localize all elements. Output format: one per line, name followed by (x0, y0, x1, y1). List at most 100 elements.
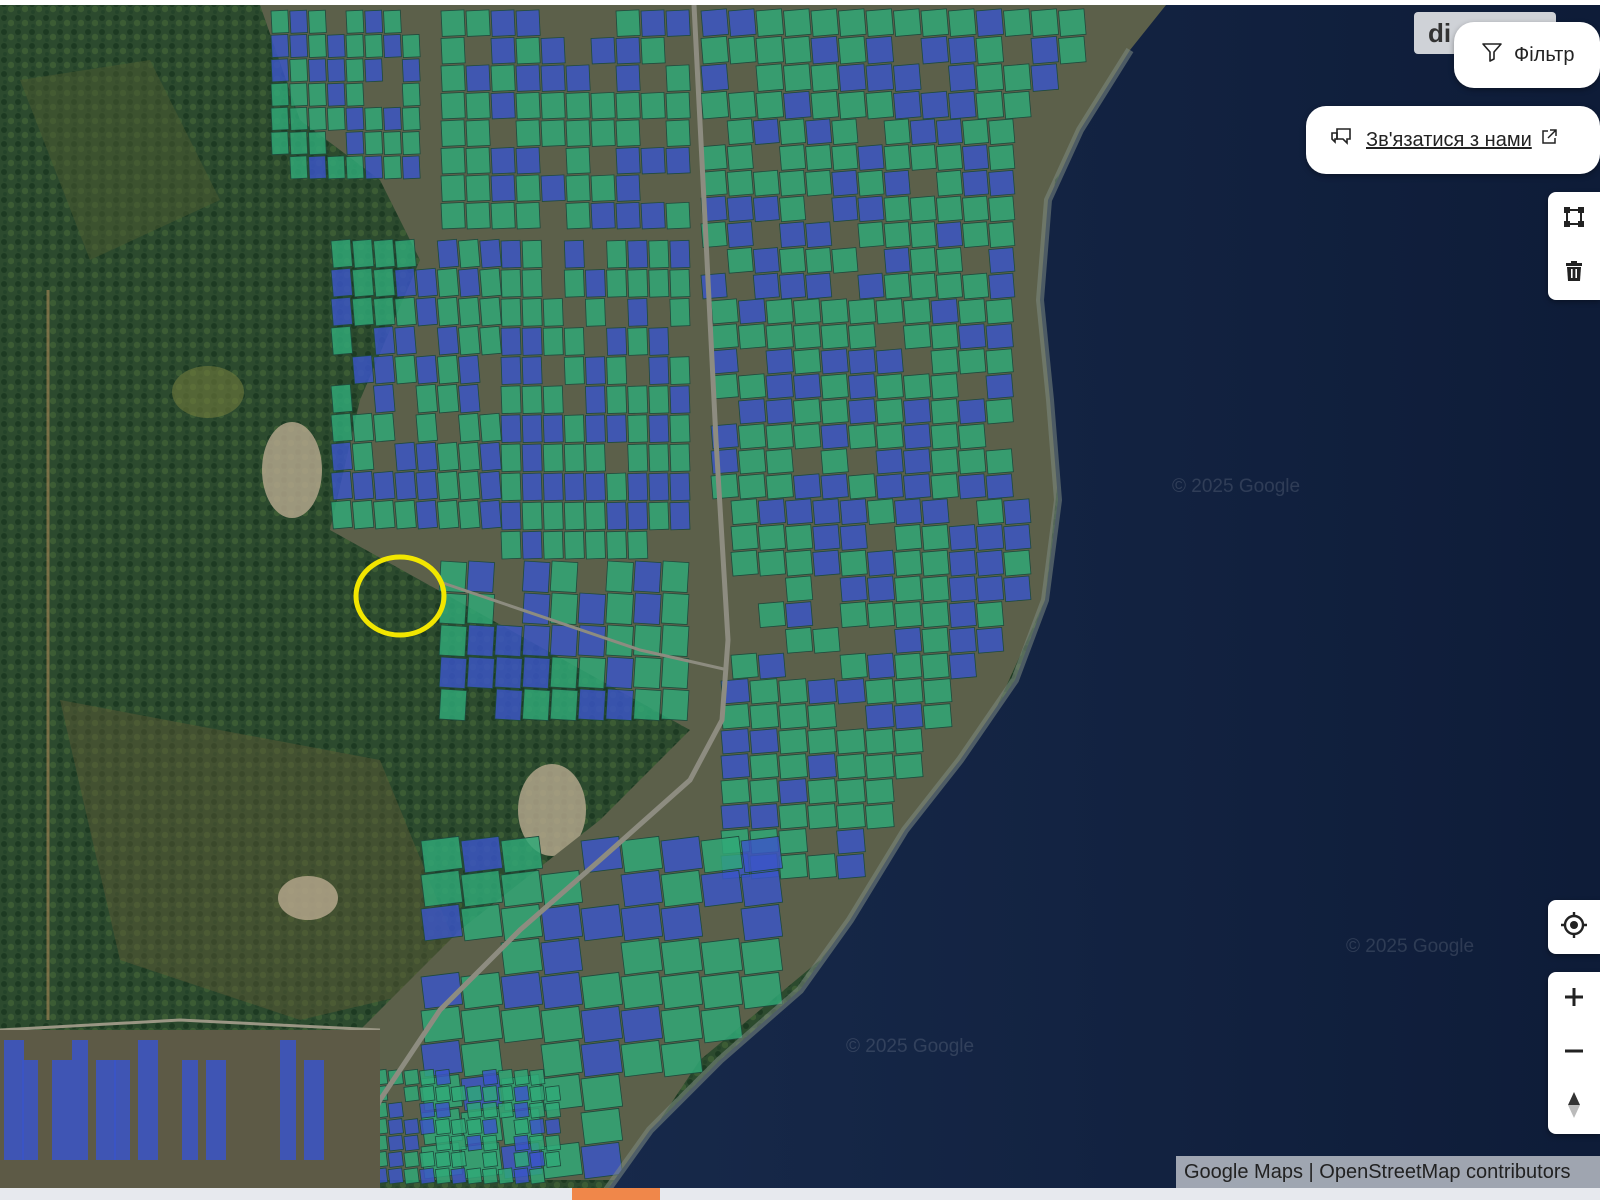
land-parcel[interactable] (345, 82, 365, 107)
land-parcel[interactable] (481, 1167, 499, 1185)
land-parcel[interactable] (700, 937, 744, 976)
land-parcel[interactable] (606, 239, 628, 269)
land-parcel[interactable] (831, 118, 859, 146)
land-parcel[interactable] (669, 472, 691, 502)
land-parcel[interactable] (440, 36, 466, 65)
land-parcel[interactable] (976, 524, 1005, 551)
land-parcel[interactable] (403, 1068, 420, 1086)
land-parcel[interactable] (893, 8, 922, 37)
land-parcel[interactable] (755, 63, 785, 92)
land-parcel[interactable] (820, 298, 849, 325)
land-parcel[interactable] (836, 828, 866, 855)
land-parcel[interactable] (544, 1085, 562, 1103)
land-parcel[interactable] (529, 1134, 546, 1152)
land-parcel[interactable] (394, 296, 417, 327)
land-parcel[interactable] (620, 1039, 664, 1078)
land-parcel[interactable] (720, 728, 751, 755)
land-parcel[interactable] (985, 448, 1014, 475)
delete-drawing-button[interactable] (1548, 246, 1600, 300)
land-parcel[interactable] (778, 803, 808, 830)
land-parcel[interactable] (836, 778, 866, 805)
land-parcel[interactable] (807, 703, 837, 730)
land-parcel[interactable] (935, 247, 963, 274)
land-parcel[interactable] (660, 903, 704, 942)
land-parcel[interactable] (783, 35, 812, 65)
land-parcel[interactable] (640, 201, 666, 230)
map-attribution[interactable]: Google Maps | OpenStreetMap contributors (1176, 1156, 1600, 1188)
land-parcel[interactable] (793, 323, 822, 350)
land-parcel[interactable] (540, 869, 584, 908)
land-parcel[interactable] (289, 155, 309, 180)
land-parcel[interactable] (836, 728, 866, 755)
land-parcel[interactable] (620, 835, 664, 874)
land-parcel[interactable] (394, 325, 417, 356)
land-parcel[interactable] (351, 441, 375, 472)
land-parcel[interactable] (415, 354, 438, 385)
land-parcel[interactable] (793, 348, 822, 375)
land-parcel[interactable] (434, 1150, 452, 1168)
land-parcel[interactable] (848, 473, 877, 500)
land-parcel[interactable] (909, 118, 937, 146)
land-parcel[interactable] (450, 1150, 467, 1168)
land-parcel[interactable] (403, 1118, 420, 1136)
land-parcel[interactable] (1030, 63, 1060, 92)
land-parcel[interactable] (440, 174, 466, 202)
land-parcel[interactable] (831, 169, 859, 197)
land-parcel[interactable] (865, 35, 895, 65)
land-parcel[interactable] (394, 354, 417, 385)
land-parcel[interactable] (740, 937, 784, 976)
land-parcel[interactable] (522, 624, 551, 657)
land-parcel[interactable] (810, 90, 840, 120)
land-parcel[interactable] (665, 201, 691, 230)
land-parcel[interactable] (975, 35, 1005, 65)
land-parcel[interactable] (500, 356, 522, 385)
land-parcel[interactable] (710, 348, 739, 375)
land-parcel[interactable] (563, 356, 585, 385)
land-parcel[interactable] (584, 472, 606, 502)
land-parcel[interactable] (848, 398, 877, 425)
field-strip[interactable] (22, 1060, 38, 1160)
land-parcel[interactable] (865, 90, 895, 120)
field-strip[interactable] (72, 1040, 88, 1160)
land-parcel[interactable] (466, 1167, 483, 1185)
land-parcel[interactable] (529, 1068, 546, 1086)
land-parcel[interactable] (975, 63, 1005, 92)
land-parcel[interactable] (820, 398, 849, 425)
land-parcel[interactable] (627, 327, 649, 356)
land-parcel[interactable] (330, 412, 353, 443)
land-parcel[interactable] (500, 443, 522, 473)
land-parcel[interactable] (831, 247, 859, 274)
land-parcel[interactable] (738, 373, 767, 400)
land-parcel[interactable] (962, 169, 990, 197)
land-parcel[interactable] (590, 201, 616, 230)
land-parcel[interactable] (738, 398, 767, 425)
land-parcel[interactable] (660, 592, 690, 625)
land-parcel[interactable] (749, 753, 780, 780)
land-parcel[interactable] (765, 323, 794, 350)
land-parcel[interactable] (415, 267, 438, 298)
land-parcel[interactable] (740, 869, 784, 908)
land-parcel[interactable] (749, 728, 780, 755)
land-parcel[interactable] (1003, 90, 1032, 120)
land-parcel[interactable] (669, 239, 691, 269)
land-parcel[interactable] (948, 575, 977, 603)
land-parcel[interactable] (270, 131, 290, 156)
land-parcel[interactable] (383, 106, 402, 131)
land-parcel[interactable] (270, 9, 290, 34)
land-parcel[interactable] (364, 34, 384, 58)
land-parcel[interactable] (1058, 8, 1087, 37)
land-parcel[interactable] (958, 473, 987, 500)
land-parcel[interactable] (415, 441, 438, 472)
land-parcel[interactable] (883, 169, 911, 197)
land-parcel[interactable] (420, 1005, 464, 1044)
land-parcel[interactable] (730, 498, 759, 526)
land-parcel[interactable] (497, 1085, 514, 1103)
land-parcel[interactable] (875, 348, 904, 375)
land-parcel[interactable] (948, 63, 977, 92)
land-parcel[interactable] (728, 35, 757, 65)
land-parcel[interactable] (848, 348, 877, 375)
land-parcel[interactable] (563, 239, 585, 269)
land-parcel[interactable] (373, 412, 396, 443)
land-parcel[interactable] (351, 267, 375, 298)
land-parcel[interactable] (883, 195, 911, 223)
